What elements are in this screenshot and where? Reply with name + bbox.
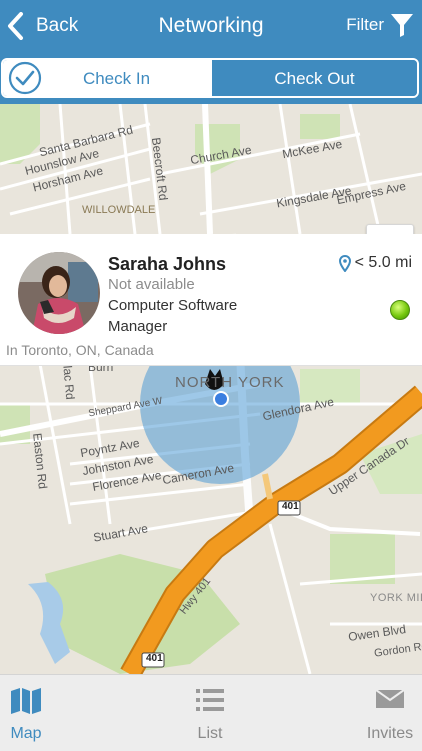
user-location: In Toronto, ON, Canada xyxy=(6,342,154,358)
tab-invites[interactable]: Invites xyxy=(350,675,422,751)
filter-funnel-icon xyxy=(391,14,413,37)
tab-map[interactable]: Map xyxy=(0,675,66,751)
checkin-segmented-control: Check In Check Out xyxy=(1,58,419,98)
check-out-label: Check Out xyxy=(274,69,355,88)
tab-invites-label: Invites xyxy=(366,725,414,742)
highway-shield-401: 401 xyxy=(282,501,299,512)
list-icon xyxy=(196,689,224,711)
top-nav-bar: Back Networking Filter xyxy=(0,0,422,52)
availability-status: Not available xyxy=(108,276,195,293)
job-title-line-2: Manager xyxy=(108,318,168,335)
checkin-segment-bar: Check In Check Out xyxy=(0,52,422,104)
job-title-line-1: Computer Software xyxy=(108,297,238,314)
location-pin-icon xyxy=(338,254,351,272)
check-in-tab[interactable]: Check In xyxy=(3,60,210,96)
check-in-label: Check In xyxy=(82,69,151,88)
highway-shield-401-south: 401 xyxy=(146,653,163,664)
map-icon xyxy=(11,688,41,714)
map-view[interactable]: Santa Barbara Rd Hounslow Ave Horsham Av… xyxy=(0,104,422,674)
tab-map-label: Map xyxy=(10,725,42,742)
online-status-dot xyxy=(390,300,410,320)
bottom-tab-bar: Map List Invites xyxy=(0,674,422,751)
tab-list-label: List xyxy=(197,725,223,742)
avatar xyxy=(18,252,100,334)
user-profile-card[interactable]: Saraha Johns Not available Computer Soft… xyxy=(0,234,422,366)
tab-list[interactable]: List xyxy=(170,675,250,751)
check-out-tab[interactable]: Check Out xyxy=(210,60,417,96)
map-label-york-mills: YORK MIL xyxy=(370,592,422,604)
map-label-north-york: NORTH YORK xyxy=(175,374,285,391)
distance-value: < 5.0 mi xyxy=(354,254,412,271)
filter-button[interactable]: Filter xyxy=(346,12,414,38)
user-name: Saraha Johns xyxy=(108,254,227,274)
distance-indicator: < 5.0 mi xyxy=(338,254,412,272)
envelope-icon xyxy=(375,689,405,708)
filter-label: Filter xyxy=(346,15,384,34)
map-label-willowdale: WILLOWDALE xyxy=(82,204,156,216)
profile-photo-image xyxy=(18,252,100,334)
